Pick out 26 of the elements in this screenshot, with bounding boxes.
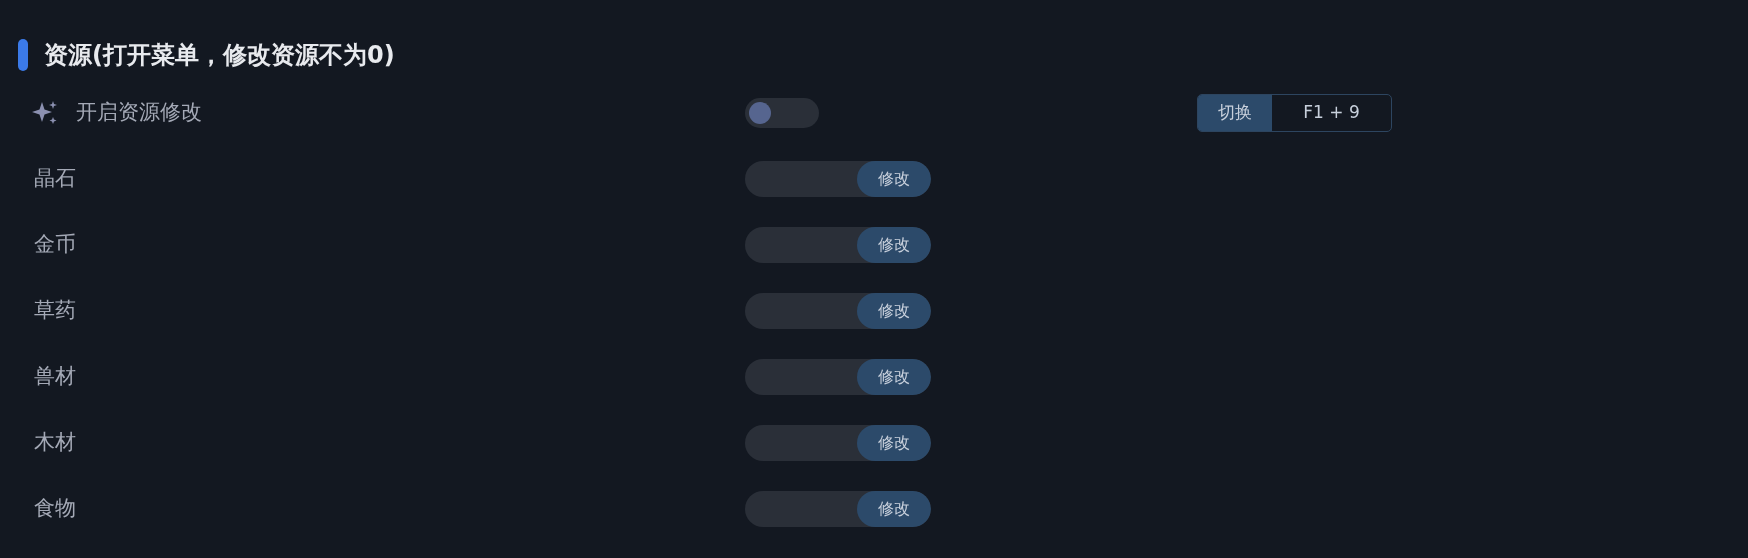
value-field[interactable]: 修改	[745, 161, 931, 197]
value-field[interactable]: 修改	[745, 227, 931, 263]
resource-label: 金币	[34, 231, 77, 259]
hotkey-box[interactable]: 切换 F1 + 9	[1197, 94, 1392, 132]
modify-button[interactable]: 修改	[857, 293, 931, 329]
value-field[interactable]: 修改	[745, 293, 931, 329]
resource-label: 草药	[34, 297, 77, 325]
modify-button[interactable]: 修改	[857, 161, 931, 197]
option-label: 开启资源修改	[76, 99, 202, 127]
modify-button[interactable]: 修改	[857, 425, 931, 461]
modify-button[interactable]: 修改	[857, 227, 931, 263]
modify-button[interactable]: 修改	[857, 491, 931, 527]
value-field[interactable]: 修改	[745, 425, 931, 461]
sparkle-icon	[32, 100, 58, 126]
value-field[interactable]: 修改	[745, 359, 931, 395]
value-field[interactable]: 修改	[745, 491, 931, 527]
hotkey-label: 切换	[1198, 95, 1272, 131]
resource-label: 食物	[34, 495, 77, 523]
section-title: 资源(打开菜单，修改资源不为0)	[44, 40, 395, 71]
resource-label: 木材	[34, 429, 77, 457]
hotkey-keys: F1 + 9	[1272, 95, 1391, 131]
toggle-switch[interactable]	[745, 98, 819, 128]
modify-button[interactable]: 修改	[857, 359, 931, 395]
resource-label: 兽材	[34, 363, 77, 391]
resource-label: 晶石	[34, 165, 77, 193]
section-marker	[18, 39, 28, 71]
